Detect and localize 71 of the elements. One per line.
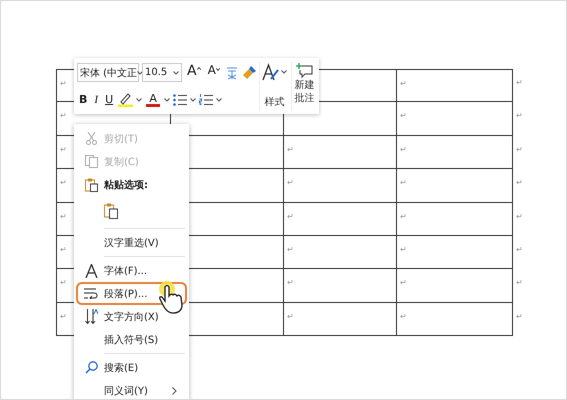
down-caret-icon bbox=[216, 68, 220, 70]
paragraph-mark: ↵ bbox=[400, 79, 407, 88]
paragraph-mark: ↵ bbox=[400, 244, 407, 254]
scissors-icon bbox=[86, 132, 96, 145]
paragraph-mark: ↵ bbox=[400, 144, 407, 154]
bullet-list-icon[interactable] bbox=[173, 94, 188, 106]
paragraph-mark: ↵ bbox=[60, 144, 67, 154]
comment-plus-icon bbox=[296, 63, 313, 78]
paragraph-mark: ↵ bbox=[400, 111, 407, 120]
row-end-mark: ↵ bbox=[516, 278, 523, 288]
bold-button[interactable]: B bbox=[77, 90, 90, 110]
caret-icon bbox=[190, 98, 196, 102]
up-caret-icon bbox=[196, 66, 201, 70]
row-end-mark: ↵ bbox=[516, 244, 523, 254]
paste-icon bbox=[84, 178, 98, 192]
row-end-mark: ↵ bbox=[516, 312, 523, 321]
styles-icon bbox=[262, 63, 280, 81]
paragraph-mark: ↵ bbox=[400, 278, 407, 288]
caret-icon bbox=[173, 70, 179, 74]
paragraph-mark: ↵ bbox=[400, 212, 407, 221]
paragraph-icon bbox=[84, 288, 98, 299]
menu-item[interactable]: 搜索(E) bbox=[76, 356, 187, 379]
shrink-font-button[interactable]: A bbox=[206, 62, 222, 82]
menu-item[interactable]: 字体(F)... bbox=[76, 259, 187, 282]
italic-button[interactable]: I bbox=[92, 90, 100, 110]
search-icon bbox=[84, 361, 98, 374]
row-end-mark: ↵ bbox=[516, 78, 523, 87]
text-direction-icon bbox=[84, 309, 98, 324]
caret-icon bbox=[280, 70, 287, 74]
caret-icon bbox=[137, 70, 144, 74]
paragraph-mark: ↵ bbox=[60, 312, 67, 321]
underline-button[interactable]: U bbox=[103, 90, 116, 110]
menu-item[interactable]: 插入符号(S) bbox=[76, 328, 187, 351]
row-end-mark: ↵ bbox=[516, 111, 523, 120]
caret-icon bbox=[164, 98, 170, 102]
highlighter-icon[interactable] bbox=[118, 92, 134, 107]
caret-icon bbox=[136, 98, 142, 102]
paste-keep-format-icon[interactable] bbox=[104, 203, 118, 219]
font-color-button[interactable]: A bbox=[145, 90, 162, 110]
styles-button[interactable]: 样式 bbox=[258, 61, 289, 111]
format-painter-icon[interactable] bbox=[242, 65, 257, 80]
paragraph-mark: ↵ bbox=[60, 212, 67, 221]
paragraph-mark: ↵ bbox=[287, 244, 294, 254]
grow-font-button[interactable]: A bbox=[185, 62, 203, 82]
paragraph-mark: ↵ bbox=[60, 278, 67, 288]
paragraph-mark: ↵ bbox=[400, 312, 407, 321]
paragraph-mark: ↵ bbox=[60, 79, 67, 88]
row-end-mark: ↵ bbox=[516, 178, 523, 188]
row-end-mark: ↵ bbox=[516, 144, 523, 154]
menu-item[interactable]: 汉字重选(V) bbox=[76, 231, 187, 254]
font-icon bbox=[84, 264, 98, 278]
caret-icon bbox=[216, 98, 222, 102]
paragraph-mark: ↵ bbox=[287, 278, 294, 288]
paragraph-mark: ↵ bbox=[60, 178, 67, 188]
copy-icon bbox=[84, 155, 98, 168]
font-size-select[interactable]: 10.5 bbox=[142, 63, 182, 82]
row-end-mark: ↵ bbox=[516, 212, 523, 221]
paragraph-mark: ↵ bbox=[287, 144, 294, 154]
paragraph-mark: ↵ bbox=[287, 178, 294, 188]
paragraph-mark: ↵ bbox=[60, 244, 67, 254]
menu-item[interactable]: 同义词(Y) bbox=[76, 379, 187, 399]
paragraph-mark: ↵ bbox=[287, 312, 294, 321]
paragraph-mark: ↵ bbox=[60, 111, 67, 120]
numbered-list-icon[interactable] bbox=[199, 94, 214, 106]
phonetic-guide-icon[interactable] bbox=[224, 66, 239, 80]
paragraph-mark: ↵ bbox=[287, 212, 294, 221]
paragraph-mark: ↵ bbox=[400, 178, 407, 188]
new-comment-button[interactable]: 新建批注 bbox=[290, 61, 317, 111]
font-name-select[interactable]: 宋体 (中文正 bbox=[77, 63, 139, 82]
paste-options-heading: 粘贴选项: bbox=[104, 178, 149, 192]
menu-item[interactable]: 文字方向(X) bbox=[76, 305, 187, 328]
